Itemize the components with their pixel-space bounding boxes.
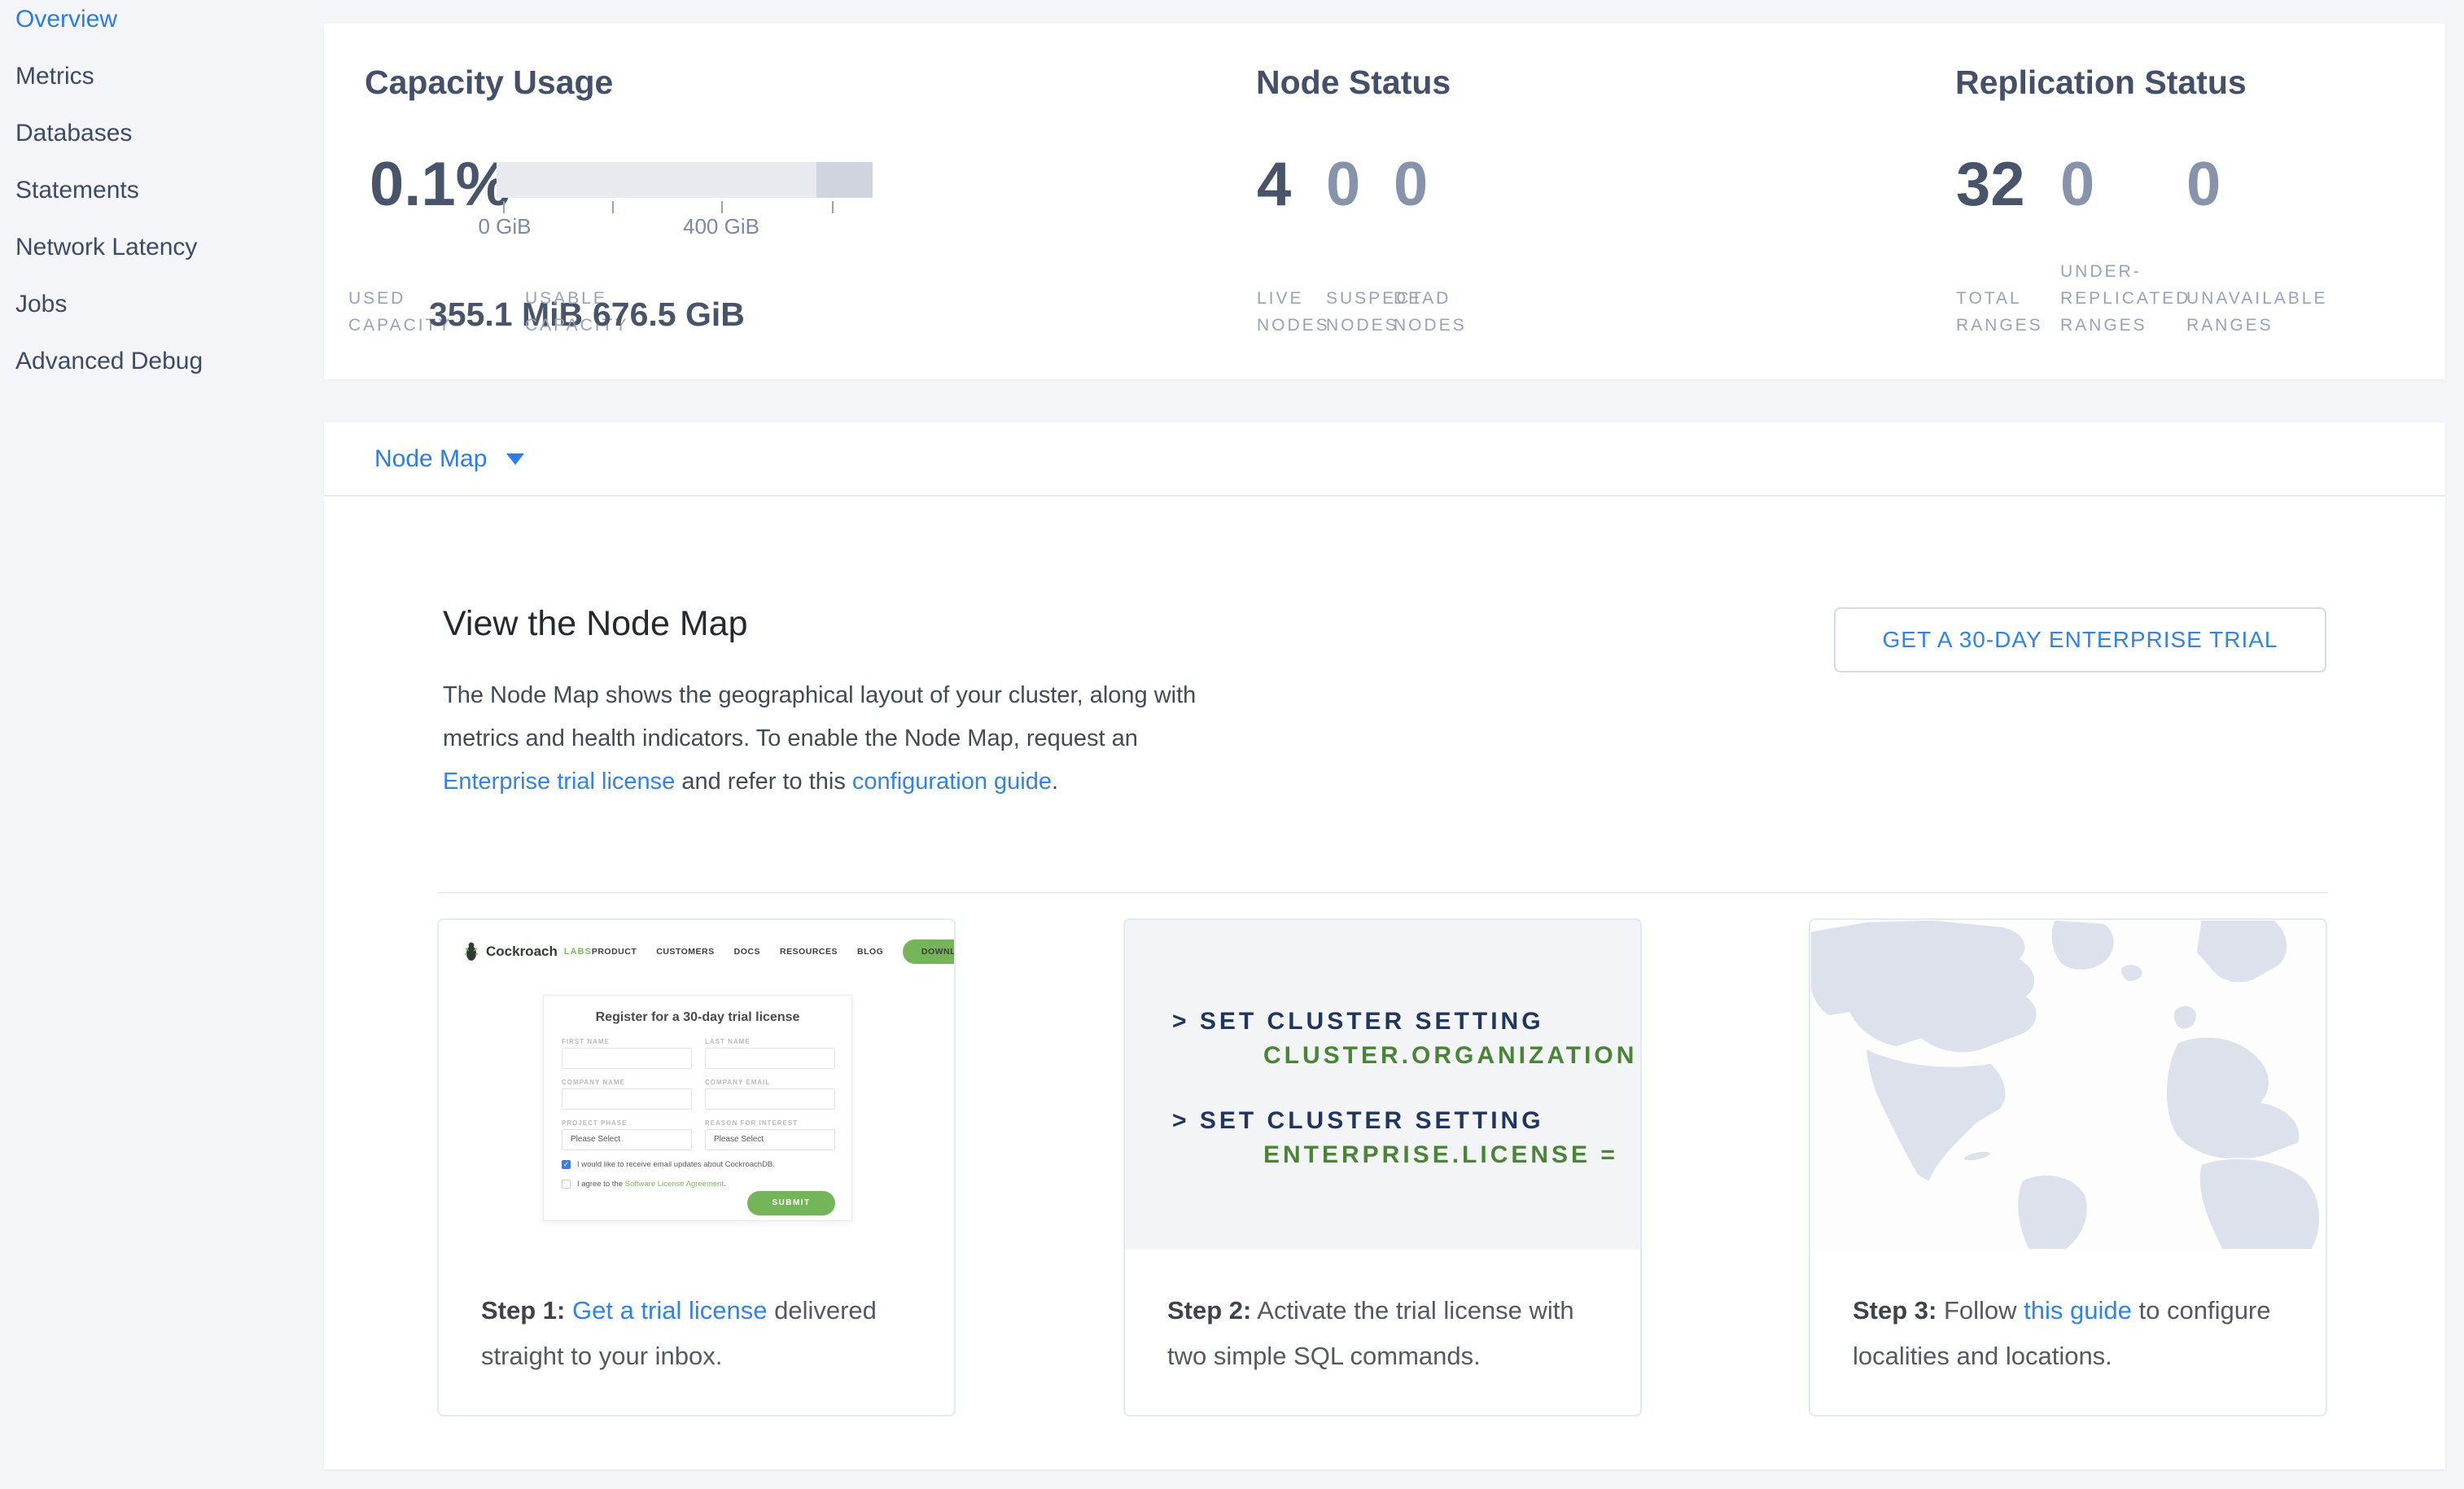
email-updates-checkbox-row: ✓ I would like to receive email updates …: [562, 1160, 775, 1169]
capacity-axis-tick: [612, 201, 614, 213]
reason-label: REASON FOR INTEREST: [705, 1119, 798, 1127]
step3-caption: Step 3: Follow this guide to configure l…: [1853, 1288, 2293, 1379]
mini-site-header: Cockroach LABS PRODUCT CUSTOMERS DOCS RE…: [463, 939, 930, 964]
cockroach-labs-logo: Cockroach LABS: [463, 942, 592, 961]
dead-nodes-value: 0: [1394, 144, 1428, 226]
sql-line-3: > SET CLUSTER SETTING: [1172, 1107, 1544, 1135]
sql-line-2: CLUSTER.ORGANIZATION =: [1263, 1042, 1640, 1070]
sql-commands-preview: > SET CLUSTER SETTING CLUSTER.ORGANIZATI…: [1125, 920, 1640, 1250]
description-text: .: [1052, 769, 1058, 795]
trial-license-site-screenshot: Cockroach LABS PRODUCT CUSTOMERS DOCS RE…: [439, 920, 954, 1250]
step3-card: 1 geo=sfo 2 Nodes 9% CAPACITY 3.2 GiB 35…: [1809, 918, 2327, 1417]
capacity-axis-tick: [721, 201, 723, 213]
world-map: [1810, 920, 2326, 1250]
node-map-enterprise-panel: View the Node Map The Node Map shows the…: [324, 497, 2445, 1469]
capacity-axis-tick: [832, 201, 834, 213]
mini-nav-customers: CUSTOMERS: [656, 947, 714, 957]
chevron-down-icon: [506, 453, 524, 465]
email-updates-text: I would like to receive email updates ab…: [577, 1160, 775, 1169]
capacity-bar: [497, 162, 873, 198]
company-name-field: [562, 1088, 692, 1110]
checkbox-checked-icon: ✓: [562, 1160, 571, 1169]
sql-line-1: > SET CLUSTER SETTING: [1172, 1008, 1544, 1036]
mini-nav-resources: RESOURCES: [780, 947, 838, 957]
mini-submit-button: SUBMIT: [747, 1191, 835, 1215]
suspect-nodes-value: 0: [1326, 144, 1360, 226]
node-map-dropdown[interactable]: Node Map: [374, 423, 524, 496]
node-map-preview: 1 geo=sfo 2 Nodes 9% CAPACITY 3.2 GiB 35…: [1810, 920, 2326, 1250]
unavailable-ranges-label: UNAVAILABLE RANGES: [2186, 285, 2357, 339]
capacity-usage-title: Capacity Usage: [365, 64, 613, 102]
get-trial-license-link[interactable]: Get a trial license: [572, 1296, 768, 1325]
brand-suffix: LABS: [564, 947, 592, 957]
capacity-axis-tick: [503, 201, 505, 213]
view-selector-bar: Node Map: [324, 423, 2445, 496]
sidebar-item-advanced-debug[interactable]: Advanced Debug: [15, 345, 203, 378]
sidebar: Overview Metrics Databases Statements Ne…: [0, 0, 324, 1489]
capacity-used-percent: 0.1%: [370, 144, 510, 226]
brand-name: Cockroach: [486, 944, 558, 960]
first-name-field: [562, 1048, 692, 1069]
project-phase-select: Please Select: [562, 1129, 692, 1150]
this-guide-link[interactable]: this guide: [2024, 1296, 2132, 1325]
description-text: and refer to this: [675, 769, 852, 795]
company-name-label: COMPANY NAME: [562, 1079, 625, 1086]
under-replicated-ranges-value: 0: [2060, 144, 2094, 226]
sidebar-item-jobs[interactable]: Jobs: [15, 288, 67, 321]
mini-nav-docs: DOCS: [734, 947, 760, 957]
sidebar-item-network-latency[interactable]: Network Latency: [15, 231, 197, 264]
unavailable-ranges-value: 0: [2186, 144, 2221, 226]
mini-nav-product: PRODUCT: [592, 947, 637, 957]
last-name-label: LAST NAME: [705, 1038, 751, 1045]
step1-prefix: Step 1:: [481, 1296, 565, 1325]
live-nodes-label: LIVE NODES: [1257, 285, 1322, 339]
enterprise-trial-license-link[interactable]: Enterprise trial license: [443, 769, 675, 795]
replication-status-title: Replication Status: [1955, 64, 2247, 102]
mini-site-nav: PRODUCT CUSTOMERS DOCS RESOURCES BLOG DO…: [592, 939, 954, 964]
configuration-guide-link[interactable]: configuration guide: [852, 769, 1052, 795]
company-email-field: [705, 1088, 835, 1110]
node-status-title: Node Status: [1256, 64, 1451, 102]
sidebar-item-overview[interactable]: Overview: [15, 3, 117, 36]
reason-select: Please Select: [705, 1129, 835, 1150]
last-name-field: [705, 1048, 835, 1069]
step1-caption: Step 1: Get a trial license delivered st…: [481, 1288, 921, 1379]
step3-prefix: Step 3:: [1853, 1296, 1937, 1325]
project-phase-label: PROJECT PHASE: [562, 1119, 628, 1127]
step2-card: > SET CLUSTER SETTING CLUSTER.ORGANIZATI…: [1123, 918, 1642, 1417]
sql-line-4: ENTERPRISE.LICENSE =: [1263, 1141, 1618, 1169]
mini-form-title: Register for a 30-day trial license: [544, 1010, 851, 1025]
sidebar-item-metrics[interactable]: Metrics: [15, 60, 94, 93]
get-enterprise-trial-button[interactable]: GET A 30-DAY ENTERPRISE TRIAL: [1834, 607, 2326, 672]
description-text: The Node Map shows the geographical layo…: [443, 682, 1196, 751]
trial-registration-form: Register for a 30-day trial license FIRS…: [543, 995, 852, 1221]
mini-nav-blog: BLOG: [857, 947, 883, 957]
dead-nodes-label: DEAD NODES: [1394, 285, 1467, 339]
section-divider: [438, 892, 2328, 893]
page-title: View the Node Map: [443, 604, 748, 644]
license-agreement-checkbox-row: I agree to the Software License Agreemen…: [562, 1180, 726, 1189]
first-name-label: FIRST NAME: [562, 1038, 610, 1045]
sidebar-item-databases[interactable]: Databases: [15, 117, 132, 150]
cockroach-bug-icon: [463, 942, 479, 961]
node-map-dropdown-label: Node Map: [374, 445, 487, 473]
cluster-summary-card: Capacity Usage 0.1% 0 GiB 400 GiB USED C…: [324, 24, 2445, 379]
software-license-link: Software License Agreement: [625, 1180, 724, 1189]
total-ranges-label: TOTAL RANGES: [1956, 285, 2054, 339]
checkbox-empty-icon: [562, 1180, 571, 1189]
step2-prefix: Step 2:: [1167, 1296, 1251, 1325]
capacity-axis-label-0: 0 GiB: [440, 214, 570, 239]
usable-capacity-value: 676.5 GiB: [593, 296, 745, 334]
sidebar-item-statements[interactable]: Statements: [15, 174, 139, 207]
capacity-bar-reserved-segment: [816, 162, 873, 198]
mini-download-button: DOWNLOAD: [903, 939, 954, 964]
step2-caption: Step 2: Activate the trial license with …: [1167, 1288, 1608, 1379]
node-map-description: The Node Map shows the geographical layo…: [443, 674, 1216, 804]
capacity-axis-label-400: 400 GiB: [656, 214, 786, 239]
live-nodes-value: 4: [1257, 144, 1291, 226]
step1-card: Cockroach LABS PRODUCT CUSTOMERS DOCS RE…: [437, 918, 956, 1417]
license-agreement-text: I agree to the Software License Agreemen…: [577, 1180, 726, 1189]
total-ranges-value: 32: [1956, 144, 2025, 226]
company-email-label: COMPANY EMAIL: [705, 1079, 770, 1086]
